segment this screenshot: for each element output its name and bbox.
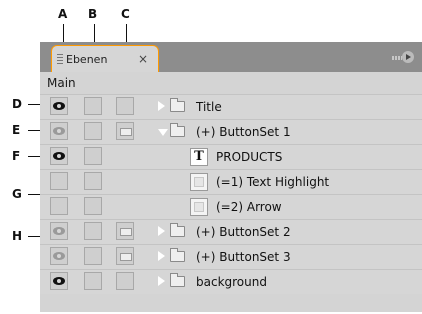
text-layer-icon: T bbox=[190, 148, 208, 166]
callout-a: A bbox=[58, 7, 68, 21]
visibility-toggle[interactable] bbox=[50, 122, 68, 140]
callout-d: D bbox=[12, 97, 22, 111]
disclosure-triangle-icon[interactable] bbox=[157, 275, 165, 287]
folder-icon bbox=[170, 98, 185, 112]
flyout-menu-icon[interactable] bbox=[402, 51, 414, 63]
state-icon bbox=[120, 228, 132, 236]
callout-c: C bbox=[121, 7, 130, 21]
visibility-toggle[interactable] bbox=[50, 272, 68, 290]
folder-icon bbox=[170, 223, 185, 237]
eye-icon bbox=[53, 277, 65, 285]
panel-menu-icon[interactable] bbox=[392, 51, 414, 65]
callout-h: H bbox=[12, 229, 23, 243]
visibility-toggle[interactable] bbox=[50, 247, 68, 265]
layer-name[interactable]: (=2) Arrow bbox=[216, 200, 282, 214]
state-toggle[interactable] bbox=[116, 97, 134, 115]
layer-name[interactable]: (+) ButtonSet 3 bbox=[196, 250, 291, 264]
layer-thumbnail-icon bbox=[190, 198, 208, 216]
layer-name[interactable]: (+) ButtonSet 2 bbox=[196, 225, 291, 239]
layer-row[interactable]: (=2) Arrow bbox=[40, 194, 422, 219]
folder-icon bbox=[170, 248, 185, 262]
layer-thumbnail-icon bbox=[190, 173, 208, 191]
layer-row[interactable]: (+) ButtonSet 2 bbox=[40, 219, 422, 244]
visibility-toggle[interactable] bbox=[50, 197, 68, 215]
callout-e: E bbox=[12, 123, 21, 137]
layer-row[interactable]: (+) ButtonSet 1 bbox=[40, 119, 422, 144]
layer-name[interactable]: (+) ButtonSet 1 bbox=[196, 125, 291, 139]
tab-label: Ebenen bbox=[66, 53, 108, 66]
state-icon bbox=[120, 128, 132, 136]
folder-icon bbox=[170, 123, 185, 137]
breadcrumb-main[interactable]: Main bbox=[47, 76, 76, 90]
eye-icon bbox=[53, 102, 65, 110]
state-toggle[interactable] bbox=[116, 272, 134, 290]
layer-name[interactable]: (=1) Text Highlight bbox=[216, 175, 329, 189]
callout-f: F bbox=[12, 149, 21, 163]
disclosure-triangle-icon[interactable] bbox=[157, 100, 165, 112]
layer-name[interactable]: Title bbox=[196, 100, 222, 114]
visibility-toggle[interactable] bbox=[50, 172, 68, 190]
disclosure-triangle-icon[interactable] bbox=[157, 250, 165, 262]
layer-row[interactable]: (=1) Text Highlight bbox=[40, 169, 422, 194]
state-icon bbox=[120, 253, 132, 261]
lock-toggle[interactable] bbox=[84, 172, 102, 190]
eye-icon bbox=[53, 152, 65, 160]
layer-row[interactable]: T PRODUCTS bbox=[40, 144, 422, 169]
layer-row[interactable]: Title bbox=[40, 94, 422, 119]
eye-icon bbox=[53, 227, 65, 235]
visibility-toggle[interactable] bbox=[50, 147, 68, 165]
lock-toggle[interactable] bbox=[84, 122, 102, 140]
layer-row[interactable]: background bbox=[40, 269, 422, 294]
callout-b: B bbox=[88, 7, 98, 21]
layer-row[interactable]: (+) ButtonSet 3 bbox=[40, 244, 422, 269]
tab-ebenen[interactable]: Ebenen × bbox=[51, 45, 159, 72]
lock-toggle[interactable] bbox=[84, 272, 102, 290]
visibility-toggle[interactable] bbox=[50, 97, 68, 115]
lock-toggle[interactable] bbox=[84, 222, 102, 240]
state-toggle[interactable] bbox=[116, 222, 134, 240]
eye-icon bbox=[53, 127, 65, 135]
disclosure-triangle-icon[interactable] bbox=[158, 129, 168, 136]
state-toggle[interactable] bbox=[116, 122, 134, 140]
layer-name[interactable]: background bbox=[196, 275, 267, 289]
layers-panel: Ebenen × Main Title (+) ButtonSet 1 T PR… bbox=[40, 42, 422, 312]
panel-topbar: Ebenen × bbox=[40, 42, 422, 72]
callout-g: G bbox=[12, 187, 22, 201]
state-toggle[interactable] bbox=[116, 247, 134, 265]
lock-toggle[interactable] bbox=[84, 197, 102, 215]
lock-toggle[interactable] bbox=[84, 97, 102, 115]
close-icon[interactable]: × bbox=[138, 52, 148, 66]
visibility-toggle[interactable] bbox=[50, 222, 68, 240]
eye-icon bbox=[53, 252, 65, 260]
breadcrumb: Main bbox=[40, 72, 422, 94]
folder-icon bbox=[170, 273, 185, 287]
disclosure-triangle-icon[interactable] bbox=[157, 225, 165, 237]
tab-grip-icon[interactable] bbox=[57, 54, 63, 64]
lock-toggle[interactable] bbox=[84, 247, 102, 265]
lock-toggle[interactable] bbox=[84, 147, 102, 165]
layer-name[interactable]: PRODUCTS bbox=[216, 150, 282, 164]
panel-dots-icon bbox=[392, 56, 402, 60]
